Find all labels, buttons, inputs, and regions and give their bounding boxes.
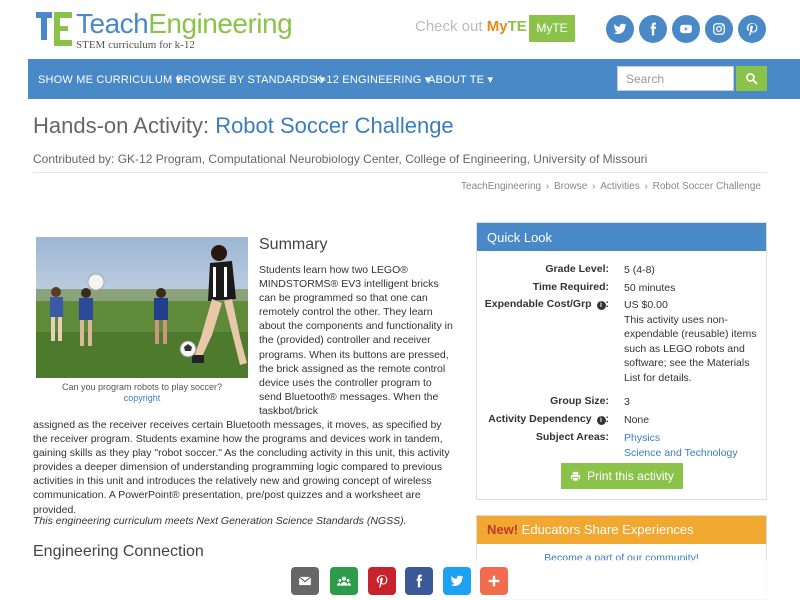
summary-text: Students learn how two LEGO® MINDSTORMS®… [259,264,453,417]
expendable-cost-label: Expendable Cost/Grp i: [484,298,609,310]
info-icon[interactable]: i [596,301,606,310]
pinterest-icon[interactable] [738,15,766,43]
summary-heading: Summary [259,236,328,253]
nav-show-me-curriculum[interactable]: SHOW ME CURRICULUM ▾ [38,73,181,86]
info-icon[interactable]: i [596,416,606,425]
main-nav: SHOW ME CURRICULUM ▾ BROWSE BY STANDARDS… [28,59,800,99]
breadcrumb-current: Robot Soccer Challenge [652,181,761,192]
time-required-value: 50 minutes [624,282,676,294]
grade-level-value: 5 (4-8) [624,264,655,276]
youtube-icon[interactable] [672,15,700,43]
photo-copyright-link[interactable]: copyright [36,393,248,403]
subject-areas-value: Physics Science and Technology [624,431,764,460]
site-header: TeachEngineering STEM curriculum for k-1… [0,0,800,58]
more-icon [488,575,500,587]
more-share-button[interactable] [480,567,508,595]
community-share-button[interactable] [330,567,358,595]
twitter-icon[interactable] [606,15,634,43]
subject-link-science-technology[interactable]: Science and Technology [624,446,764,461]
email-icon [298,576,312,586]
subject-link-physics[interactable]: Physics [624,431,764,446]
group-size-label: Group Size: [550,395,609,407]
twitter-share-button[interactable] [443,567,471,595]
subject-areas-label: Subject Areas: [535,431,609,443]
expendable-cost-value: US $0.00 This activity uses non-expendab… [624,298,764,385]
educators-share-heading: New! Educators Share Experiences [477,516,766,544]
page-title: Hands-on Activity: Robot Soccer Challeng… [33,113,454,138]
pinterest-share-button[interactable] [368,567,396,595]
te-logo-icon [36,12,72,46]
quick-look-heading: Quick Look [477,223,766,251]
facebook-icon [416,574,423,588]
printer-icon [571,471,581,482]
quick-look-panel: Quick Look Grade Level: 5 (4-8) Time Req… [476,222,767,500]
search-button[interactable] [736,66,767,91]
cost-note: This activity uses non-expendable (reusa… [624,313,757,384]
breadcrumb-activities[interactable]: Activities [600,181,639,192]
print-activity-label: Print this activity [587,469,674,483]
activity-dependency-label: Activity Dependency i: [488,413,609,425]
twitter-icon [450,575,464,587]
nav-k12-engineering[interactable]: K-12 ENGINEERING ▾ [315,73,430,86]
time-required-label: Time Required: [532,281,609,293]
email-share-button[interactable] [291,567,319,595]
logo-tagline: STEM curriculum for k-12 [76,39,195,51]
logo-wordmark: TeachEngineering [76,8,293,39]
facebook-icon[interactable] [639,15,667,43]
facebook-share-button[interactable] [405,567,433,595]
myte-button[interactable]: MyTE [529,15,575,42]
nav-about-te[interactable]: ABOUT TE ▾ [428,73,493,86]
breadcrumb-home[interactable]: TeachEngineering [461,181,541,192]
pinterest-icon [376,575,388,588]
share-bar [0,560,800,600]
checkout-myte-text: Check out MyTE [415,18,527,35]
contributed-by: Contributed by: GK-12 Program, Computati… [33,152,648,166]
breadcrumb-browse[interactable]: Browse [554,181,587,192]
breadcrumb: TeachEngineering › Browse › Activities ›… [461,181,761,192]
grade-level-label: Grade Level: [545,263,609,275]
cost-amount: US $0.00 [624,299,668,311]
photo-caption: Can you program robots to play soccer? [61,382,223,392]
print-activity-button[interactable]: Print this activity [561,463,683,489]
search-icon [746,73,758,85]
group-size-value: 3 [624,396,630,408]
search-input[interactable]: Search [617,66,734,91]
instagram-icon[interactable] [705,15,733,43]
activity-photo [36,237,248,378]
summary-text-continued: assigned as the receiver receives certai… [33,419,450,516]
nav-browse-by-standards[interactable]: BROWSE BY STANDARDS ▾ [176,73,325,86]
engineering-connection-heading: Engineering Connection [33,543,204,560]
activity-dependency-value: None [624,414,650,426]
ngss-statement: This engineering curriculum meets Next G… [33,515,407,527]
community-icon [337,576,351,586]
divider [33,172,767,173]
